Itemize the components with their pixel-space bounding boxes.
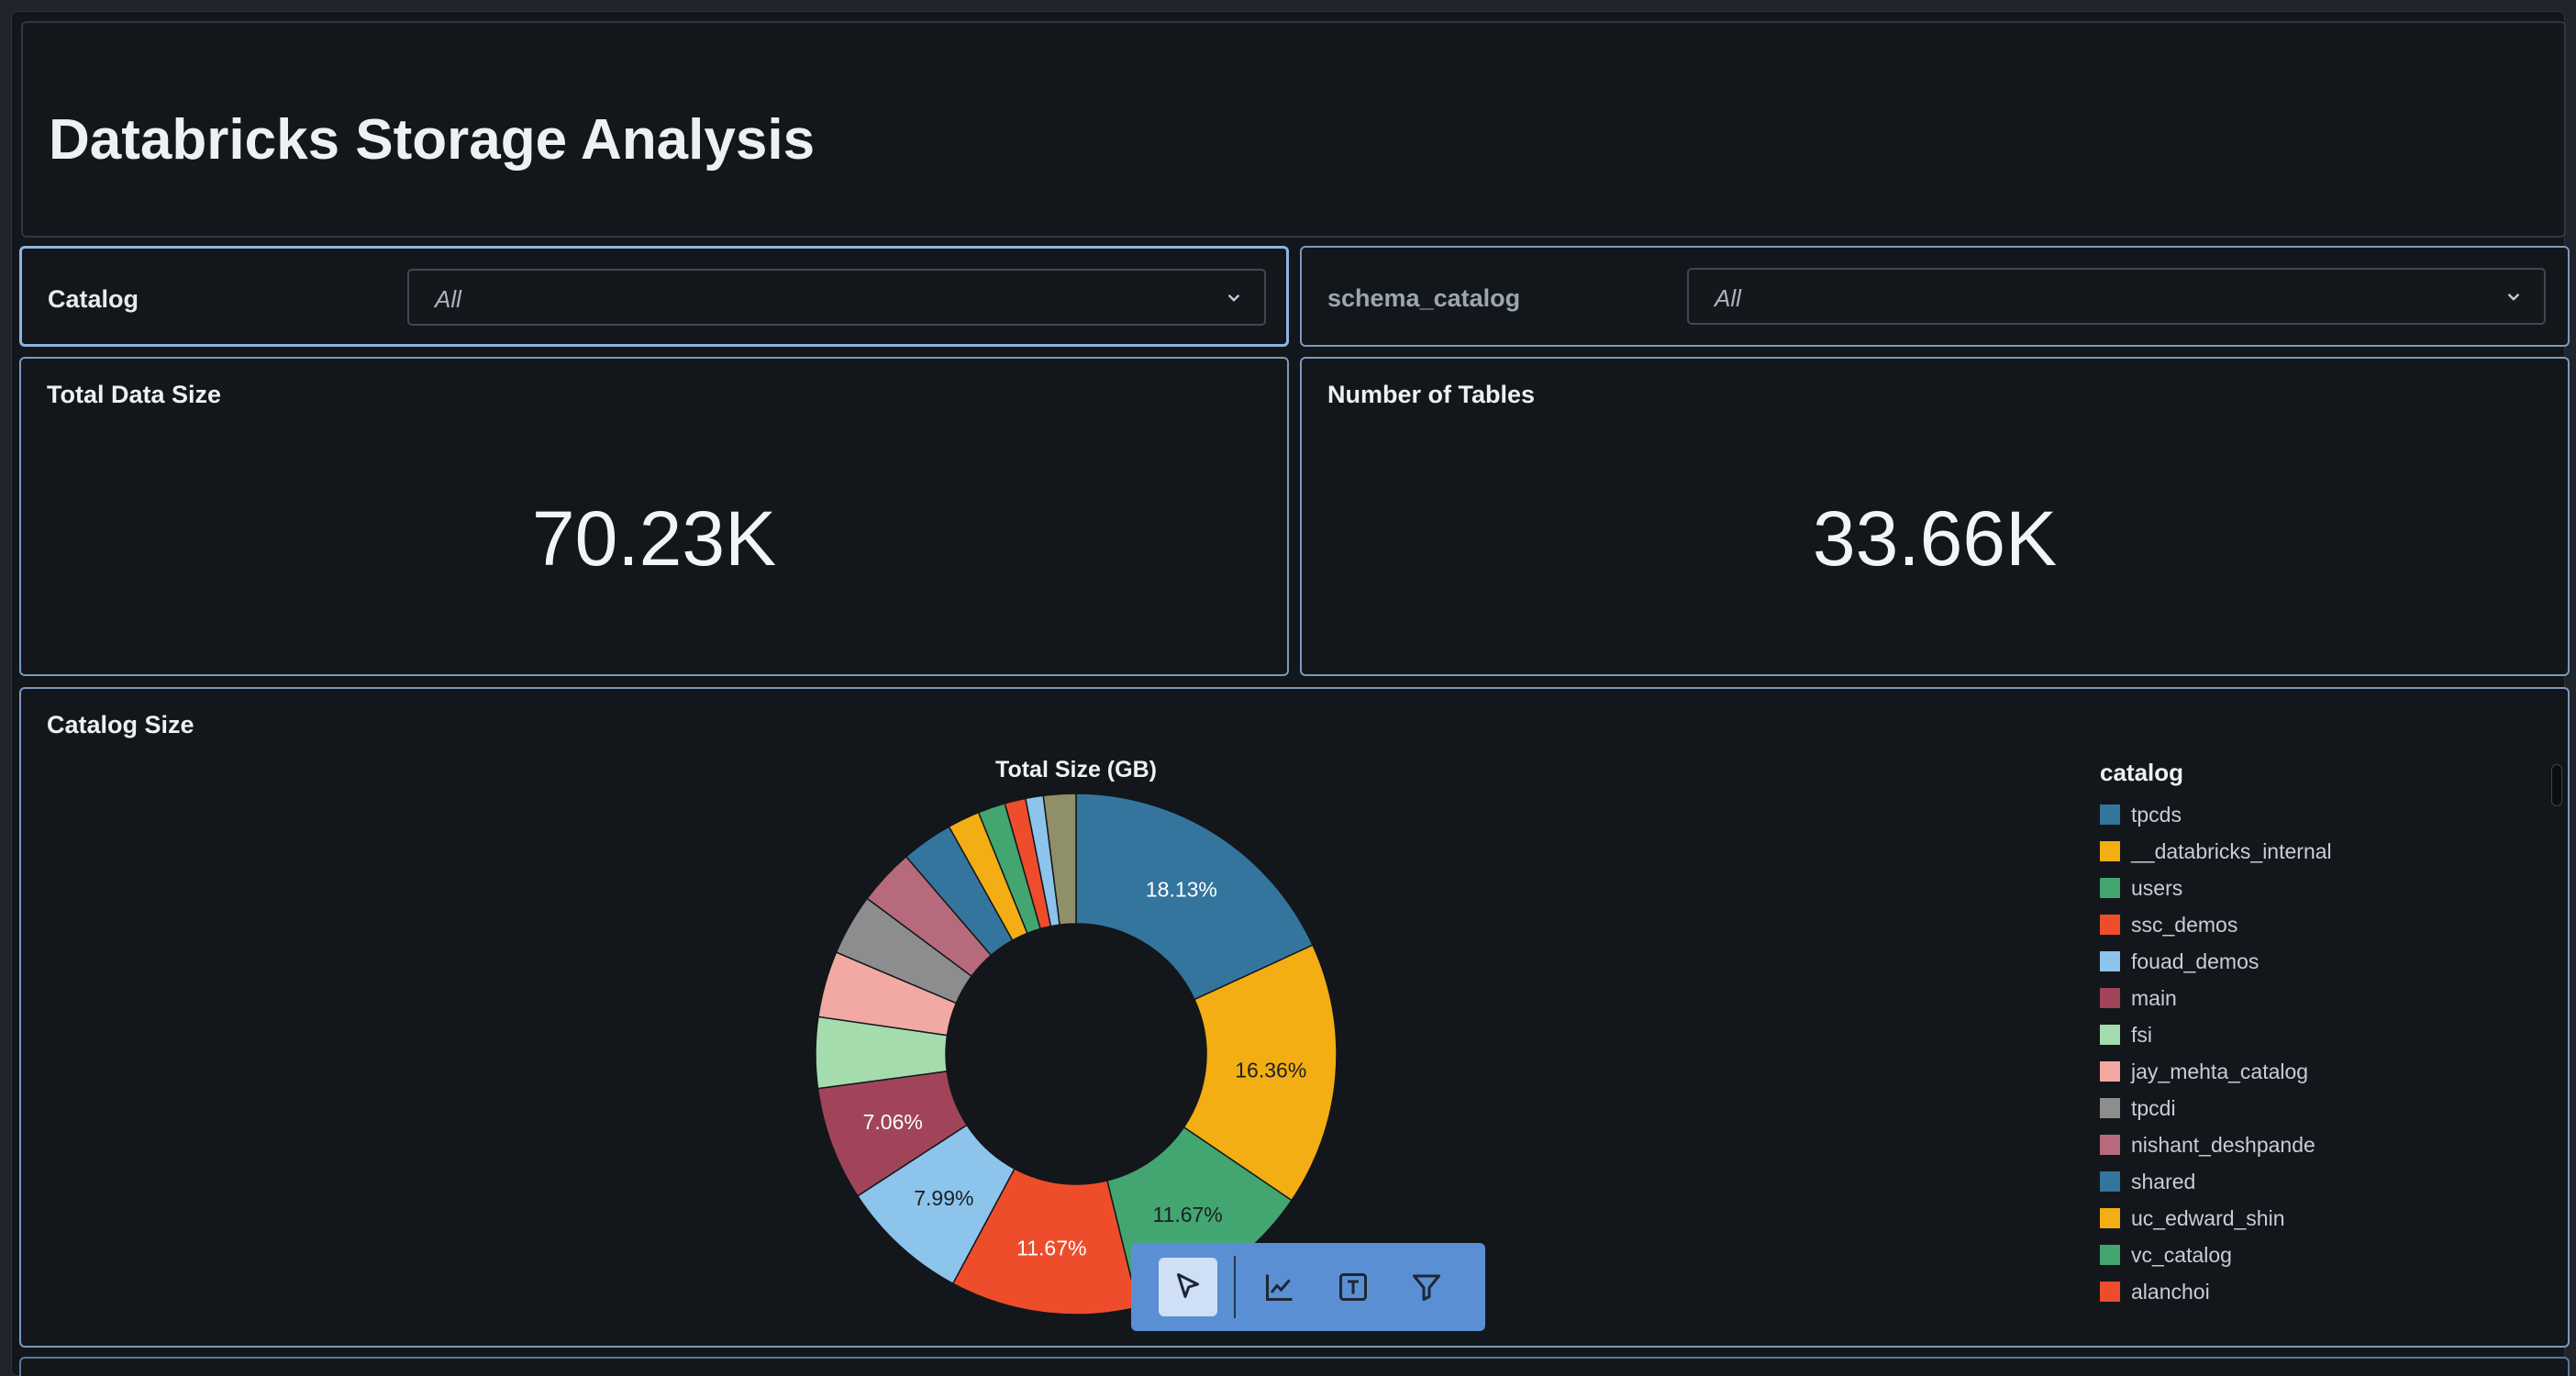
schema-catalog-filter-widget[interactable]: schema_catalog All <box>1300 246 2570 347</box>
legend-label: fsi <box>2131 1022 2152 1047</box>
legend-label: __databricks_internal <box>2131 838 2332 863</box>
catalog-select[interactable]: All <box>407 269 1266 326</box>
legend-item[interactable]: vc_catalog <box>2100 1237 2467 1273</box>
select-pointer-icon <box>1177 1273 1199 1298</box>
legend-swatch <box>2100 1245 2120 1265</box>
catalog-select-value: All <box>435 285 461 313</box>
legend-swatch <box>2100 878 2120 898</box>
legend-label: fouad_demos <box>2131 949 2260 973</box>
canvas-toolbar <box>1131 1243 1485 1331</box>
legend-swatch <box>2100 1135 2120 1155</box>
number-of-tables-widget[interactable]: Number of Tables 33.66K <box>1300 357 2570 676</box>
total-data-size-title: Total Data Size <box>47 381 222 408</box>
number-of-tables-value: 33.66K <box>1812 495 2058 582</box>
legend-label: uc_edward_shin <box>2131 1205 2285 1230</box>
legend-item[interactable]: uc_edward_shin <box>2100 1200 2467 1237</box>
legend-item[interactable]: tpcdi <box>2100 1090 2467 1126</box>
slice-label-ssc_demos: 11.67% <box>1016 1236 1086 1259</box>
filter-icon <box>1413 1274 1440 1301</box>
legend-item[interactable]: flavio_malavazi <box>2100 1310 2467 1319</box>
schema-catalog-select[interactable]: All <box>1687 268 2546 325</box>
total-data-size-widget[interactable]: Total Data Size 70.23K <box>19 357 1289 676</box>
number-of-tables-title: Number of Tables <box>1327 381 1536 408</box>
legend-item[interactable]: shared <box>2100 1163 2467 1200</box>
legend-swatch <box>2100 1061 2120 1082</box>
toolbar-divider <box>1234 1256 1236 1318</box>
chevron-down-icon <box>1227 294 1240 302</box>
legend-label: alanchoi <box>2131 1279 2210 1304</box>
legend-swatch <box>2100 1171 2120 1192</box>
legend-item[interactable]: users <box>2100 870 2467 906</box>
legend-scrollbar[interactable] <box>2551 764 2562 806</box>
schema-catalog-select-value: All <box>1715 284 1741 312</box>
add-filter-button[interactable] <box>1397 1258 1456 1316</box>
legend-item[interactable]: alanchoi <box>2100 1273 2467 1310</box>
add-text-button[interactable] <box>1324 1258 1382 1316</box>
legend-swatch <box>2100 1098 2120 1118</box>
slice-label-__databricks_internal: 16.36% <box>1235 1059 1306 1082</box>
legend-swatch <box>2100 1025 2120 1045</box>
legend-label: shared <box>2131 1169 2196 1193</box>
line-chart-icon <box>1266 1274 1293 1301</box>
legend-item[interactable]: __databricks_internal <box>2100 833 2467 870</box>
legend-swatch <box>2100 988 2120 1008</box>
title-widget[interactable]: Databricks Storage Analysis <box>21 21 2566 238</box>
chart-title: Total Size (GB) <box>995 757 1157 782</box>
legend-label: main <box>2131 985 2177 1010</box>
total-data-size-value: 70.23K <box>531 495 777 582</box>
legend-item[interactable]: fsi <box>2100 1016 2467 1053</box>
slice-label-users: 11.67% <box>1152 1203 1222 1226</box>
legend-label: ssc_demos <box>2131 912 2238 937</box>
text-box-icon <box>1339 1273 1367 1301</box>
select-tool-button[interactable] <box>1159 1258 1217 1316</box>
legend-label: jay_mehta_catalog <box>2131 1059 2309 1083</box>
catalog-filter-label: Catalog <box>48 285 139 313</box>
legend-label: tpcdi <box>2131 1095 2176 1120</box>
legend-swatch <box>2100 1208 2120 1228</box>
legend-swatch <box>2100 841 2120 861</box>
slice-label-main: 7.06% <box>863 1110 923 1134</box>
legend-item[interactable]: main <box>2100 980 2467 1016</box>
legend-label: tpcds <box>2131 802 2182 827</box>
chevron-down-icon <box>2507 293 2520 301</box>
dashboard-canvas: Databricks Storage Analysis Catalog All … <box>11 11 2570 1376</box>
slice-label-tpcds: 18.13% <box>1146 878 1217 902</box>
legend-label: users <box>2131 875 2183 900</box>
next-widget-edge <box>19 1357 2570 1376</box>
legend-item[interactable]: ssc_demos <box>2100 906 2467 943</box>
schema-catalog-filter-label: schema_catalog <box>1327 284 1521 312</box>
donut-chart: Total Size (GB) 18.13% 16.36% 11.67% 11.67% 7… <box>815 757 1338 1315</box>
legend-item[interactable]: jay_mehta_catalog <box>2100 1053 2467 1090</box>
add-visualization-button[interactable] <box>1250 1258 1309 1316</box>
legend-swatch <box>2100 951 2120 971</box>
chart-legend: catalog tpcds __databricks_internalusers s… <box>2100 759 2467 1318</box>
legend-swatch <box>2100 805 2120 825</box>
legend-label: nishant_deshpande <box>2131 1132 2315 1157</box>
legend-label: flavio_malavazi <box>2131 1316 2275 1319</box>
legend-swatch <box>2100 1282 2120 1302</box>
legend-item[interactable]: fouad_demos <box>2100 943 2467 980</box>
page-title: Databricks Storage Analysis <box>49 108 816 172</box>
legend-item[interactable]: tpcds <box>2100 796 2467 833</box>
legend-title: catalog <box>2100 759 2184 786</box>
slice-label-fouad_demos: 7.99% <box>914 1186 973 1210</box>
legend-swatch <box>2100 915 2120 935</box>
legend-item[interactable]: nishant_deshpande <box>2100 1126 2467 1163</box>
catalog-filter-widget[interactable]: Catalog All <box>19 246 1289 347</box>
legend-label: vc_catalog <box>2131 1242 2232 1267</box>
